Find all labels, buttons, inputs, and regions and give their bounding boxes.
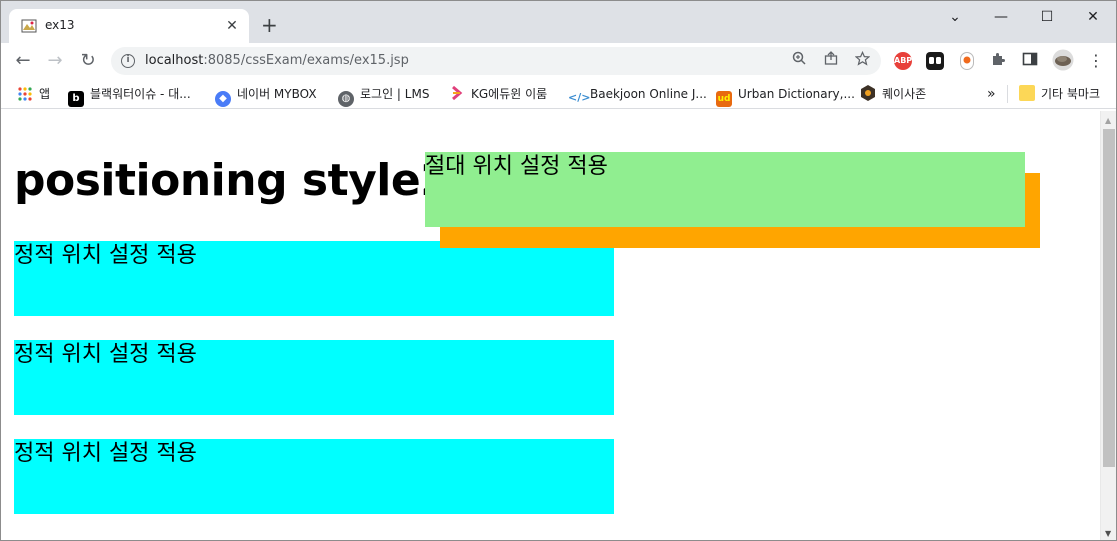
bookmark-label: 앱 (39, 87, 51, 101)
more-bookmarks-chevron-icon[interactable]: » (987, 85, 996, 103)
menu-kebab-icon[interactable]: ⋮ (1086, 51, 1106, 71)
adblock-extension-icon[interactable]: ABP (894, 52, 912, 70)
bookmarks-bar: 앱 b 블랙워터이슈 - 대... ◆ 네이버 MYBOX ◍ 로그인 | LMS K… (1, 79, 1116, 109)
bookmark-apps[interactable]: 앱 (17, 85, 50, 103)
page-viewport: positioning style2 정적 위치 설정 적용 정적 위치 설정 … (1, 111, 1100, 540)
back-button[interactable]: ← (11, 49, 35, 73)
profile-avatar[interactable] (1051, 49, 1075, 73)
close-tab-icon[interactable]: ✕ (223, 17, 241, 35)
bookmark-label: 네이버 MYBOX (237, 87, 317, 101)
b-icon: b (68, 91, 84, 107)
other-bookmarks-folder[interactable]: 기타 북마크 (1019, 85, 1100, 103)
tab-title: ex13 (45, 18, 75, 32)
bookmark-label: Baekjoon Online J... (590, 87, 707, 101)
tab-ex13[interactable]: ex13 ✕ (9, 9, 249, 43)
tab-strip: ex13 ✕ + ⌄ — ☐ ✕ (1, 1, 1116, 43)
page-heading: positioning style2 (14, 155, 451, 206)
bookmark-urban-dictionary[interactable]: ud Urban Dictionary,... (716, 85, 855, 107)
tab-search-dropdown-icon[interactable]: ⌄ (933, 5, 977, 29)
code-icon: </> (568, 91, 591, 104)
bookmark-label: Urban Dictionary,... (738, 87, 855, 101)
scroll-down-arrow-icon[interactable]: ▼ (1105, 529, 1111, 538)
forward-button[interactable]: → (43, 49, 67, 73)
scroll-thumb[interactable] (1103, 129, 1115, 467)
extension-orange-icon[interactable] (960, 52, 974, 70)
bookmark-label: 블랙워터이슈 - 대... (90, 87, 191, 101)
quasar-icon (860, 85, 876, 101)
bookmarks-divider (1007, 85, 1008, 103)
share-icon[interactable] (821, 51, 841, 71)
kg-icon (449, 85, 465, 101)
extensions-puzzle-icon[interactable] (988, 51, 1008, 71)
bookmark-lms[interactable]: ◍ 로그인 | LMS (338, 85, 430, 107)
bookmark-label: 퀘이사존 (882, 87, 927, 101)
site-info-icon[interactable]: i (121, 54, 135, 68)
static-position-box-1: 정적 위치 설정 적용 (14, 241, 614, 316)
ud-icon: ud (716, 91, 732, 107)
bookmark-mybox[interactable]: ◆ 네이버 MYBOX (215, 85, 317, 107)
bookmark-baekjoon[interactable]: </>Baekjoon Online J... (568, 85, 707, 104)
apps-grid-icon (17, 87, 33, 103)
address-bar[interactable]: i localhost:8085/cssExam/exams/ex15.jsp (111, 47, 881, 75)
browser-toolbar: ← → ↻ i localhost:8085/cssExam/exams/ex1… (1, 43, 1116, 79)
page-favicon-icon (21, 18, 37, 34)
folder-icon (1019, 85, 1035, 101)
bookmark-quasarzone[interactable]: 퀘이사존 (860, 85, 926, 103)
other-bookmarks-label: 기타 북마크 (1041, 87, 1101, 101)
close-window-button[interactable]: ✕ (1071, 5, 1115, 29)
bookmark-kg[interactable]: KG에듀윈 이룸 (449, 85, 547, 103)
new-tab-button[interactable]: + (261, 15, 278, 35)
zoom-icon[interactable] (789, 51, 809, 71)
browser-window: ex13 ✕ + ⌄ — ☐ ✕ ← → ↻ i localhost:8085/… (0, 0, 1117, 541)
vertical-scrollbar[interactable]: ▲ ▼ (1100, 111, 1116, 540)
reload-button[interactable]: ↻ (76, 49, 100, 73)
extension-dark-icon[interactable] (926, 52, 944, 70)
side-panel-icon[interactable] (1020, 51, 1040, 71)
globe-icon: ◍ (338, 91, 354, 107)
maximize-button[interactable]: ☐ (1025, 5, 1069, 29)
absolute-position-box-front: 절대 위치 설정 적용 (425, 152, 1025, 227)
bookmark-label: KG에듀윈 이룸 (471, 87, 548, 101)
bookmark-label: 로그인 | LMS (360, 87, 430, 101)
static-position-box-2: 정적 위치 설정 적용 (14, 340, 614, 415)
url-text[interactable]: localhost:8085/cssExam/exams/ex15.jsp (145, 53, 409, 68)
minimize-button[interactable]: — (979, 5, 1023, 29)
static-position-box-3: 정적 위치 설정 적용 (14, 439, 614, 514)
bookmark-star-icon[interactable] (852, 50, 872, 71)
mybox-icon: ◆ (215, 91, 231, 107)
bookmark-blackwater[interactable]: b 블랙워터이슈 - 대... (68, 85, 191, 107)
scroll-up-arrow-icon[interactable]: ▲ (1105, 116, 1111, 125)
